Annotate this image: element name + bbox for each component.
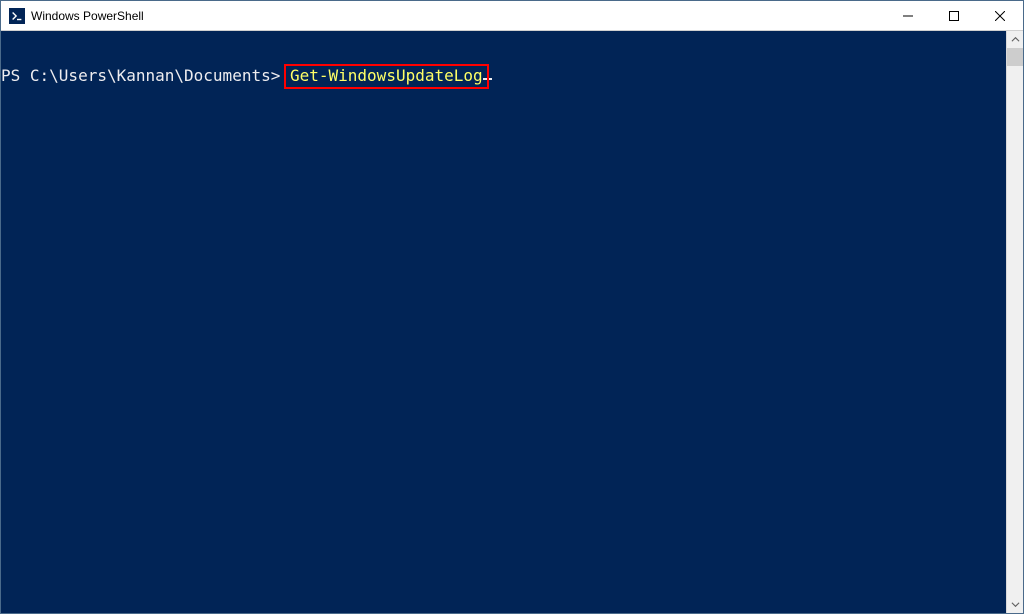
chevron-down-icon <box>1011 600 1020 609</box>
vertical-scrollbar[interactable] <box>1006 31 1023 613</box>
command-text: Get-WindowsUpdateLog <box>290 66 483 85</box>
powershell-icon <box>9 8 25 24</box>
close-button[interactable] <box>977 1 1023 31</box>
client-area: PS C:\Users\Kannan\Documents> Get-Window… <box>1 31 1023 613</box>
titlebar[interactable]: Windows PowerShell <box>1 1 1023 31</box>
scroll-down-button[interactable] <box>1007 596 1023 613</box>
prompt-text: PS C:\Users\Kannan\Documents> <box>1 66 290 85</box>
powershell-window: Windows PowerShell PS C:\Users\Kannan\Do… <box>0 0 1024 614</box>
scroll-track[interactable] <box>1007 48 1023 596</box>
console-area[interactable]: PS C:\Users\Kannan\Documents> Get-Window… <box>1 31 1006 613</box>
chevron-up-icon <box>1011 35 1020 44</box>
minimize-button[interactable] <box>885 1 931 31</box>
console-line: PS C:\Users\Kannan\Documents> Get-Window… <box>1 67 1006 85</box>
scroll-thumb[interactable] <box>1007 48 1023 66</box>
text-cursor <box>483 78 492 80</box>
window-title: Windows PowerShell <box>31 9 144 23</box>
maximize-button[interactable] <box>931 1 977 31</box>
scroll-up-button[interactable] <box>1007 31 1023 48</box>
